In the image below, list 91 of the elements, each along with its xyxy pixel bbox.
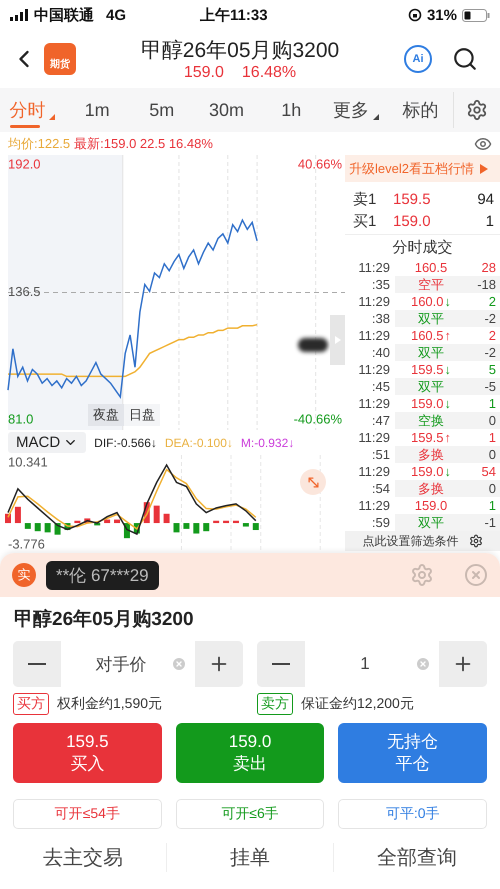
axis-label: 40.66% (298, 156, 342, 172)
trend-arrow: ↓ (444, 294, 452, 309)
side-tag: 卖方 (257, 693, 293, 715)
price-change: 16.48% (242, 64, 296, 82)
latest-price: 最新:159.0 22.5 16.48% (74, 134, 213, 152)
account-name: **伦 67***29 (46, 560, 159, 590)
battery-percent: 31% (426, 6, 457, 24)
network-type: 4G (106, 6, 126, 24)
trade-volume: 28 (480, 260, 496, 275)
trade-price: 159.0 (414, 498, 448, 513)
trade-action: 空平 (418, 276, 444, 294)
trade-seconds: :40 (370, 345, 390, 360)
trade-change: -2 (483, 311, 496, 326)
lot-limit: 可开≤54手 (13, 799, 162, 829)
axis-label: 81.0 (8, 411, 34, 426)
trend-arrow: ↓ (444, 396, 452, 411)
trade-action: 双平 (418, 310, 444, 328)
trade-price: 160.5 (410, 328, 444, 343)
clock: 上午11:33 (200, 6, 268, 24)
trade-time: 11:29 (357, 464, 390, 479)
trade-change: 0 (488, 481, 496, 496)
axis-label: 10.341 (8, 455, 48, 470)
trade-seconds: :35 (370, 277, 390, 292)
quote-price: 159.0 (393, 212, 432, 230)
contract-title: 甲醇26年05月购3200 (140, 38, 340, 64)
trades-title: 分时成交 (345, 234, 500, 259)
quote-label: 买1 (353, 212, 378, 230)
quote-price: 159.5 (393, 190, 432, 208)
trade-price: 159.0 (410, 464, 444, 479)
trade-volume: 1 (488, 430, 496, 445)
trade-time: 11:29 (357, 328, 390, 343)
trade-action: 空换 (418, 412, 444, 430)
trend-arrow: ↑ (444, 328, 452, 343)
trade-price: 160.0 (410, 294, 444, 309)
trade-action: 双平 (418, 378, 444, 396)
indicator-value: DIF:-0.566↓ (94, 436, 157, 450)
trend-arrow: ↓ (444, 362, 452, 377)
lot-limit: 可平:0手 (338, 799, 488, 829)
trade-volume: 2 (488, 294, 496, 309)
trade-price: 159.5 (410, 362, 444, 377)
trade-price: 160.5 (414, 260, 448, 275)
order-title: 甲醇26年05月购3200 (13, 608, 195, 632)
trade-time: 11:29 (357, 362, 390, 377)
trade-volume: 1 (488, 396, 496, 411)
indicator-value: DEA:-0.100↓ (164, 436, 233, 450)
trade-action: 双平 (418, 514, 444, 532)
lot-limit: 可开≤6手 (176, 799, 324, 829)
trend-arrow: ↓ (444, 464, 452, 479)
trade-seconds: :47 (370, 413, 390, 428)
amount-note: 权利金约1,590元 (57, 695, 162, 713)
trade-seconds: :51 (370, 447, 390, 462)
trade-change: -1 (483, 515, 496, 530)
trade-time: 11:29 (357, 260, 390, 275)
quote-volume: 94 (476, 190, 494, 208)
trade-change: 0 (488, 413, 496, 428)
indicator-value: M:-0.932↓ (240, 436, 294, 450)
axis-label: 136.5 (8, 284, 41, 299)
trade-change: -2 (483, 345, 496, 360)
trade-time: 11:29 (357, 498, 390, 513)
trade-seconds: :38 (370, 311, 390, 326)
trade-time: 11:29 (357, 294, 390, 309)
average-price: 均价:122.5 (8, 134, 70, 152)
trade-action: 多换 (418, 480, 444, 498)
trade-price: 159.5 (410, 430, 444, 445)
trade-volume: 54 (480, 464, 496, 479)
trade-time: 11:29 (357, 430, 390, 445)
axis-label: 192.0 (8, 156, 41, 172)
trade-seconds: :54 (370, 481, 390, 496)
trade-volume: 5 (488, 362, 496, 377)
trade-change: -5 (483, 379, 496, 394)
trade-change: 0 (488, 447, 496, 462)
trade-time: 11:29 (357, 396, 390, 411)
trade-action: 双平 (418, 344, 444, 362)
side-tag: 买方 (13, 693, 49, 715)
axis-label: -3.776 (8, 536, 45, 552)
carrier-name: 中国联通 (34, 6, 94, 24)
quote-volume: 1 (484, 212, 494, 230)
trade-price: 159.0 (410, 396, 444, 411)
app-logo: 期货 (44, 43, 76, 75)
trade-change: -18 (476, 277, 496, 292)
trade-volume: 2 (488, 328, 496, 343)
account-badge: 实 (12, 563, 36, 587)
trade-action: 多换 (418, 446, 444, 464)
quote-label: 卖1 (353, 190, 378, 208)
trade-volume: 1 (488, 498, 496, 513)
last-price: 159.0 (184, 64, 224, 82)
trade-seconds: :59 (370, 515, 390, 530)
axis-label: -40.66% (294, 411, 342, 426)
amount-note: 保证金约12,200元 (301, 695, 414, 713)
trend-arrow: ↑ (444, 430, 452, 445)
trade-seconds: :45 (370, 379, 390, 394)
